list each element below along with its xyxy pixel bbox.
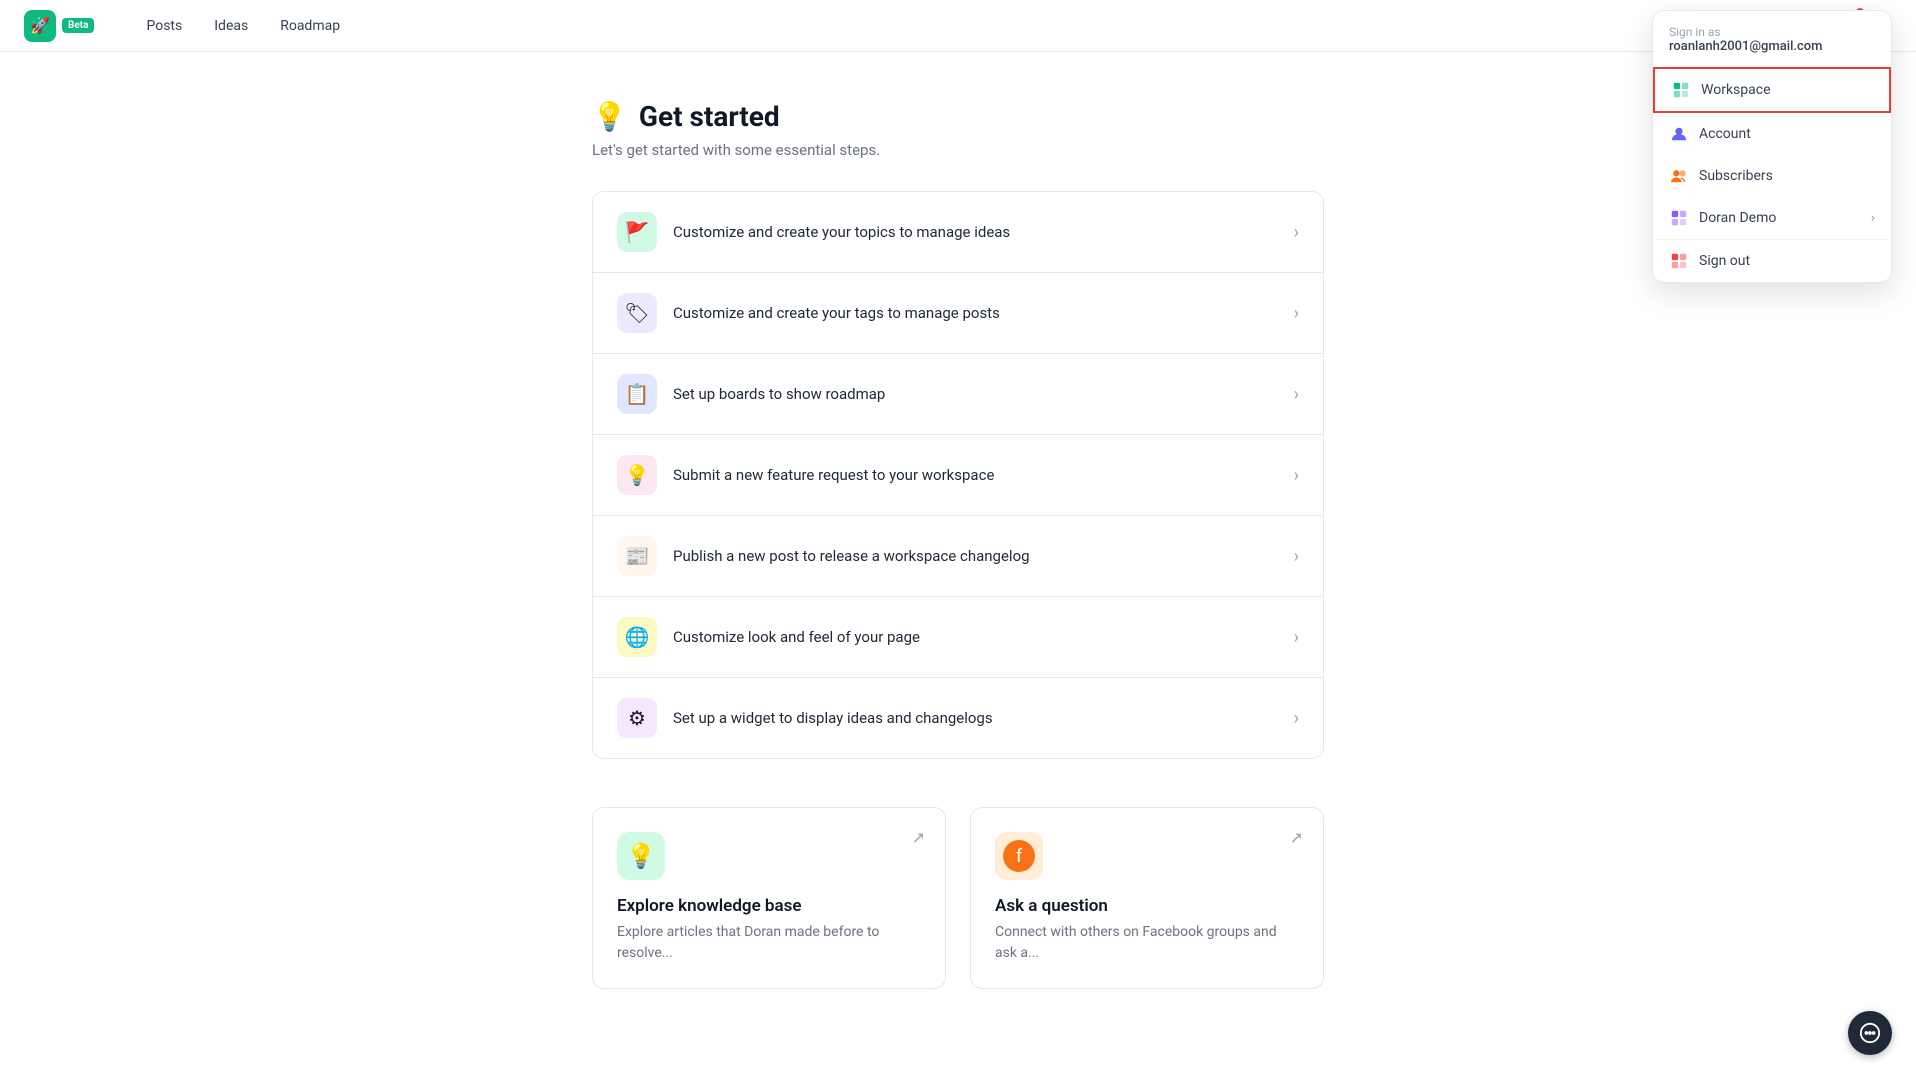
card-title-aq: Ask a question [995, 896, 1299, 916]
doran-label: Doran Demo [1699, 210, 1776, 226]
page-subtitle: Let's get started with some essential st… [592, 141, 1324, 159]
step-icon-topics: 🚩 [617, 212, 657, 252]
nav-posts[interactable]: Posts [134, 12, 194, 40]
step-item-boards[interactable]: 📋 Set up boards to show roadmap › [593, 354, 1323, 435]
bottom-cards: ↗ 💡 Explore knowledge base Explore artic… [592, 807, 1324, 989]
nav: Posts Ideas Roadmap [134, 12, 352, 40]
step-icon-publish: 📰 [617, 536, 657, 576]
external-link-icon-aq: ↗ [1290, 828, 1303, 847]
page-title-row: 💡 Get started [592, 100, 1324, 133]
header: 🚀 Beta Posts Ideas Roadmap [0, 0, 1916, 52]
card-icon-kb: 💡 [617, 832, 665, 880]
step-text-widget: Set up a widget to display ideas and cha… [673, 709, 1294, 727]
beta-badge: Beta [62, 18, 94, 33]
dropdown-item-subscribers[interactable]: Subscribers [1653, 155, 1891, 197]
chat-button[interactable] [1848, 1011, 1892, 1055]
subscribers-icon [1669, 166, 1689, 186]
doran-icon [1669, 208, 1689, 228]
external-link-icon-kb: ↗ [912, 828, 925, 847]
card-ask-question[interactable]: ↗ f Ask a question Connect with others o… [970, 807, 1324, 989]
card-desc-kb: Explore articles that Doran made before … [617, 922, 921, 964]
dropdown-header: Sign in as roanlanh2001@gmail.com [1653, 11, 1891, 67]
logo-icon: 🚀 [24, 10, 56, 42]
account-label: Account [1699, 126, 1751, 142]
step-chevron-topics: › [1294, 222, 1299, 243]
step-chevron-feature: › [1294, 465, 1299, 486]
step-chevron-widget: › [1294, 708, 1299, 729]
dropdown-item-workspace[interactable]: Workspace [1653, 67, 1891, 113]
step-text-tags: Customize and create your tags to manage… [673, 304, 1294, 322]
step-item-publish[interactable]: 📰 Publish a new post to release a worksp… [593, 516, 1323, 597]
step-icon-boards: 📋 [617, 374, 657, 414]
step-icon-widget: ⚙ [617, 698, 657, 738]
step-text-boards: Set up boards to show roadmap [673, 385, 1294, 403]
step-chevron-tags: › [1294, 303, 1299, 324]
workspace-label: Workspace [1701, 82, 1771, 98]
step-chevron-boards: › [1294, 384, 1299, 405]
steps-list: 🚩 Customize and create your topics to ma… [592, 191, 1324, 759]
nav-ideas[interactable]: Ideas [202, 12, 260, 40]
step-icon-feature: 💡 [617, 455, 657, 495]
step-text-publish: Publish a new post to release a workspac… [673, 547, 1294, 565]
step-chevron-customize: › [1294, 627, 1299, 648]
step-text-customize: Customize look and feel of your page [673, 628, 1294, 646]
step-item-customize[interactable]: 🌐 Customize look and feel of your page › [593, 597, 1323, 678]
doran-chevron-icon: › [1871, 210, 1875, 226]
logo[interactable]: 🚀 Beta [24, 10, 94, 42]
card-icon-aq: f [995, 832, 1043, 880]
step-item-tags[interactable]: 🏷 Customize and create your tags to mana… [593, 273, 1323, 354]
workspace-icon [1671, 80, 1691, 100]
main-content: 💡 Get started Let's get started with som… [568, 52, 1348, 1037]
dropdown-menu: Sign in as roanlanh2001@gmail.com Worksp… [1652, 10, 1892, 283]
account-icon [1669, 124, 1689, 144]
card-knowledge-base[interactable]: ↗ 💡 Explore knowledge base Explore artic… [592, 807, 946, 989]
dropdown-item-account[interactable]: Account [1653, 113, 1891, 155]
page-title-icon: 💡 [592, 100, 627, 133]
step-chevron-publish: › [1294, 546, 1299, 567]
signout-label: Sign out [1699, 253, 1750, 269]
step-text-feature: Submit a new feature request to your wor… [673, 466, 1294, 484]
card-title-kb: Explore knowledge base [617, 896, 921, 916]
step-item-feature[interactable]: 💡 Submit a new feature request to your w… [593, 435, 1323, 516]
page-title: Get started [639, 100, 780, 133]
dropdown-item-signout[interactable]: Sign out [1653, 240, 1891, 282]
step-icon-tags: 🏷 [617, 293, 657, 333]
subscribers-label: Subscribers [1699, 168, 1773, 184]
step-item-topics[interactable]: 🚩 Customize and create your topics to ma… [593, 192, 1323, 273]
step-item-widget[interactable]: ⚙ Set up a widget to display ideas and c… [593, 678, 1323, 758]
dropdown-item-doran[interactable]: Doran Demo › [1653, 197, 1891, 239]
step-text-topics: Customize and create your topics to mana… [673, 223, 1294, 241]
dropdown-email: roanlanh2001@gmail.com [1669, 39, 1875, 54]
nav-roadmap[interactable]: Roadmap [268, 12, 352, 40]
signout-icon [1669, 251, 1689, 271]
step-icon-customize: 🌐 [617, 617, 657, 657]
sign-in-label: Sign in as [1669, 25, 1875, 39]
card-desc-aq: Connect with others on Facebook groups a… [995, 922, 1299, 964]
